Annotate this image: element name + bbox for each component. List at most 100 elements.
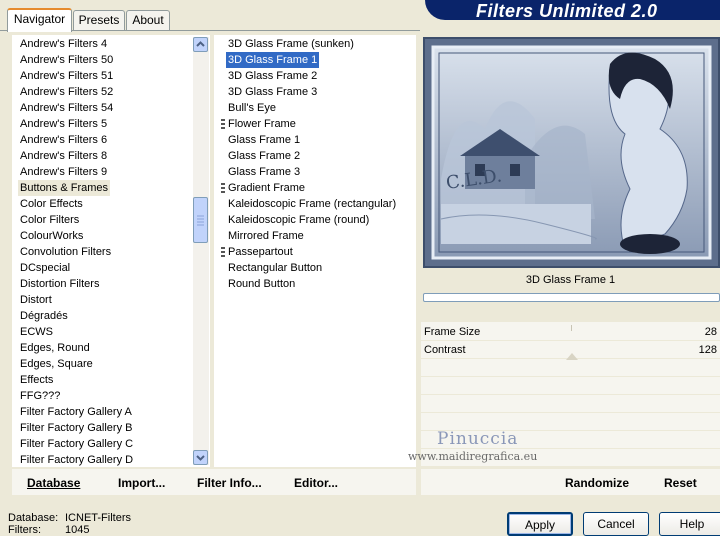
category-item[interactable]: Andrew's Filters 4: [20, 36, 107, 52]
scroll-down-button[interactable]: [193, 450, 208, 465]
category-item[interactable]: Filter Factory Gallery D: [20, 452, 133, 468]
tab-navigator[interactable]: Navigator: [7, 8, 72, 32]
tab-about-label: About: [132, 13, 164, 27]
filter-item-label: Kaleidoscopic Frame (round): [228, 214, 370, 226]
cancel-button[interactable]: Cancel: [583, 512, 649, 536]
submenu-marker-icon: [221, 247, 225, 257]
tab-about[interactable]: About: [126, 10, 170, 30]
preview-image: C.L.D.: [423, 37, 720, 268]
filter-item-label: Gradient Frame: [228, 182, 306, 194]
apply-button-label: Apply: [524, 518, 556, 532]
category-item[interactable]: Andrew's Filters 9: [20, 164, 107, 180]
watermark-name: Pinuccia: [437, 429, 519, 449]
category-list[interactable]: Andrew's Filters 4 Andrew's Filters 50 And…: [12, 35, 210, 467]
filter-info-button[interactable]: Filter Info...: [197, 476, 262, 490]
filter-item[interactable]: Kaleidoscopic Frame (rectangular): [228, 196, 396, 212]
category-item[interactable]: Distortion Filters: [20, 276, 99, 292]
category-item[interactable]: Andrew's Filters 8: [20, 148, 107, 164]
app-title: Filters Unlimited 2.0: [476, 1, 658, 21]
submenu-marker-icon: [221, 119, 225, 129]
filter-item-label: 3D Glass Frame (sunken): [228, 38, 354, 50]
category-item[interactable]: Filter Factory Gallery A: [20, 404, 132, 420]
filter-item[interactable]: Bull's Eye: [228, 100, 276, 116]
category-item[interactable]: ColourWorks: [20, 228, 83, 244]
filter-item[interactable]: Rectangular Button: [228, 260, 322, 276]
filter-item-label: Kaleidoscopic Frame (rectangular): [228, 198, 397, 210]
scroll-up-button[interactable]: [193, 37, 208, 52]
preview-artwork: C.L.D.: [425, 39, 718, 266]
category-item[interactable]: Color Filters: [20, 212, 79, 228]
status-database-value: ICNET-Filters: [65, 512, 131, 524]
slider-marker: [571, 325, 572, 331]
param-label: Frame Size: [424, 326, 481, 338]
param-label: Contrast: [424, 344, 466, 356]
import-button[interactable]: Import...: [118, 476, 165, 490]
filter-item[interactable]: 3D Glass Frame (sunken): [228, 36, 354, 52]
category-item[interactable]: Filter Factory Gallery B: [20, 420, 132, 436]
category-item[interactable]: ECWS: [20, 324, 53, 340]
category-item[interactable]: FFG???: [20, 388, 60, 404]
param-contrast[interactable]: Contrast 128: [421, 341, 720, 360]
param-value: 28: [704, 326, 717, 338]
progress-bar: [423, 293, 720, 302]
help-button-label: Help: [679, 517, 705, 531]
filter-item-label: Glass Frame 3: [228, 166, 301, 178]
filter-item-label: Rectangular Button: [228, 262, 323, 274]
tab-navigator-label: Navigator: [13, 12, 66, 26]
submenu-marker-icon: [221, 183, 225, 193]
category-item[interactable]: Distort: [20, 292, 52, 308]
randomize-button[interactable]: Randomize: [565, 476, 629, 490]
filter-item[interactable]: Kaleidoscopic Frame (round): [228, 212, 369, 228]
editor-button[interactable]: Editor...: [294, 476, 338, 490]
filter-list[interactable]: 3D Glass Frame (sunken) 3D Glass Frame 1 3…: [214, 35, 416, 467]
filter-item[interactable]: Glass Frame 2: [228, 148, 300, 164]
filter-item[interactable]: Passepartout: [221, 244, 293, 260]
category-item[interactable]: Andrew's Filters 5: [20, 116, 107, 132]
category-item[interactable]: DCspecial: [20, 260, 70, 276]
filter-item[interactable]: Glass Frame 1: [228, 132, 300, 148]
category-item[interactable]: Andrew's Filters 54: [20, 100, 113, 116]
category-item[interactable]: Andrew's Filters 50: [20, 52, 113, 68]
editor-button-label: Editor...: [294, 476, 339, 490]
category-item[interactable]: Color Effects: [20, 196, 83, 212]
category-item[interactable]: Buttons & Frames: [18, 180, 111, 196]
chevron-up-icon: [196, 41, 205, 47]
filter-item-label: 3D Glass Frame 3: [228, 86, 318, 98]
filter-item-label: Bull's Eye: [228, 102, 276, 114]
category-item[interactable]: Convolution Filters: [20, 244, 111, 260]
filter-item[interactable]: Gradient Frame: [221, 180, 306, 196]
help-button[interactable]: Help: [659, 512, 720, 536]
reset-button[interactable]: Reset: [664, 476, 697, 490]
randomize-button-label: Randomize: [565, 476, 630, 490]
filter-item[interactable]: 3D Glass Frame 1: [226, 52, 320, 68]
filter-item[interactable]: 3D Glass Frame 3: [228, 84, 317, 100]
filter-item[interactable]: 3D Glass Frame 2: [228, 68, 317, 84]
param-frame-size[interactable]: Frame Size 28: [421, 323, 720, 341]
category-item[interactable]: Andrew's Filters 51: [20, 68, 113, 84]
filter-item-label: Mirrored Frame: [228, 230, 304, 242]
category-item[interactable]: Andrew's Filters 6: [20, 132, 107, 148]
scroll-thumb[interactable]: [193, 197, 208, 243]
filter-item[interactable]: Flower Frame: [221, 116, 296, 132]
filter-item-label: Flower Frame: [228, 118, 296, 130]
watermark-url: www.maidiregrafica.eu: [408, 450, 538, 463]
category-item[interactable]: Dégradés: [20, 308, 68, 324]
category-item[interactable]: Effects: [20, 372, 53, 388]
slider-thumb-icon[interactable]: [566, 353, 578, 360]
apply-button[interactable]: Apply: [507, 512, 573, 536]
filter-item[interactable]: Mirrored Frame: [228, 228, 304, 244]
filter-item[interactable]: Glass Frame 3: [228, 164, 300, 180]
category-item[interactable]: Andrew's Filters 52: [20, 84, 113, 100]
category-item[interactable]: Edges, Square: [20, 356, 93, 372]
filter-item[interactable]: Round Button: [228, 276, 295, 292]
category-item[interactable]: Filter Factory Gallery C: [20, 436, 133, 452]
filter-info-button-label: Filter Info...: [197, 476, 262, 490]
database-button-label: Database: [27, 476, 81, 490]
category-item[interactable]: Edges, Round: [20, 340, 90, 356]
param-value: 128: [698, 344, 717, 356]
cancel-button-label: Cancel: [597, 517, 635, 531]
tab-presets[interactable]: Presets: [73, 10, 125, 30]
database-button[interactable]: Database: [27, 476, 80, 490]
filter-item-label: Glass Frame 1: [228, 134, 301, 146]
category-scrollbar[interactable]: [193, 37, 209, 465]
